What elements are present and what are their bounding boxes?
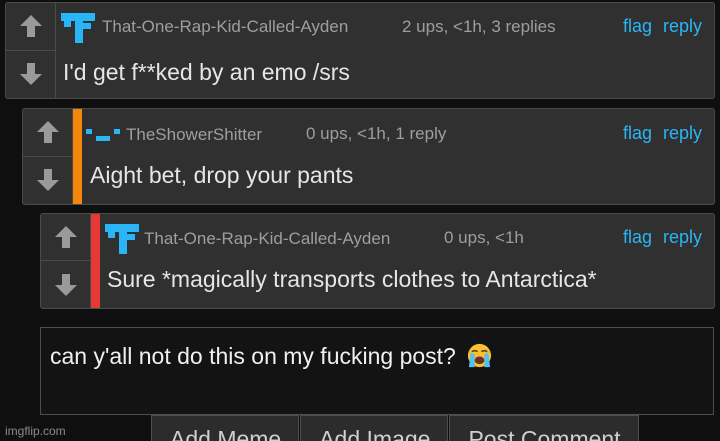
vote-controls [6, 3, 56, 98]
flag-link[interactable]: flag [623, 123, 652, 143]
add-meme-button[interactable]: Add Meme [151, 415, 300, 441]
comment-text: Aight bet, drop your pants [90, 162, 354, 188]
arrow-up-icon [20, 15, 42, 38]
arrow-down-icon [55, 273, 77, 296]
comment-reply: That-One-Rap-Kid-Called-Ayden 0 ups, <1h… [40, 213, 715, 309]
downvote-button[interactable] [6, 51, 56, 99]
comment-input-value: can y'all not do this on my fucking post… [50, 343, 456, 369]
downvote-button[interactable] [23, 157, 73, 205]
flag-link[interactable]: flag [623, 227, 652, 247]
comment: That-One-Rap-Kid-Called-Ayden 2 ups, <1h… [5, 2, 715, 99]
comment-input[interactable]: can y'all not do this on my fucking post… [40, 327, 714, 415]
upvote-button[interactable] [6, 3, 56, 51]
vote-controls [41, 214, 91, 308]
flag-link[interactable]: flag [623, 16, 652, 36]
loudly-crying-face-icon [468, 343, 492, 368]
post-comment-button[interactable]: Post Comment [449, 415, 639, 441]
add-image-button[interactable]: Add Image [300, 415, 449, 441]
comment-meta: 0 ups, <1h [444, 228, 524, 247]
user-avatar-icon[interactable] [105, 224, 139, 254]
comment-reply: TheShowerShitter 0 ups, <1h, 1 reply fla… [22, 108, 715, 205]
watermark: imgflip.com [5, 424, 66, 438]
reply-link[interactable]: reply [663, 227, 702, 247]
downvote-button[interactable] [41, 261, 91, 308]
arrow-up-icon [37, 121, 59, 144]
username-link[interactable]: That-One-Rap-Kid-Called-Ayden [144, 229, 390, 249]
username-link[interactable]: TheShowerShitter [126, 125, 262, 145]
comment-text: Sure *magically transports clothes to An… [107, 266, 597, 292]
user-avatar-icon[interactable] [86, 127, 122, 143]
thread-depth-stripe [73, 109, 82, 204]
upvote-button[interactable] [23, 109, 73, 157]
arrow-down-icon [20, 63, 42, 86]
comment-text: I'd get f**ked by an emo /srs [63, 59, 350, 85]
upvote-button[interactable] [41, 214, 91, 261]
user-avatar-icon[interactable] [61, 13, 95, 43]
comment-meta: 0 ups, <1h, 1 reply [306, 124, 447, 143]
vote-controls [23, 109, 73, 204]
comment-thread: That-One-Rap-Kid-Called-Ayden 2 ups, <1h… [0, 0, 720, 441]
username-link[interactable]: That-One-Rap-Kid-Called-Ayden [102, 17, 348, 37]
arrow-up-icon [55, 226, 77, 248]
arrow-down-icon [37, 169, 59, 192]
reply-link[interactable]: reply [663, 123, 702, 143]
comment-actions-bar: Add Meme Add Image Post Comment [151, 415, 640, 441]
reply-link[interactable]: reply [663, 16, 702, 36]
thread-depth-stripe [91, 214, 100, 308]
comment-meta: 2 ups, <1h, 3 replies [402, 17, 556, 36]
